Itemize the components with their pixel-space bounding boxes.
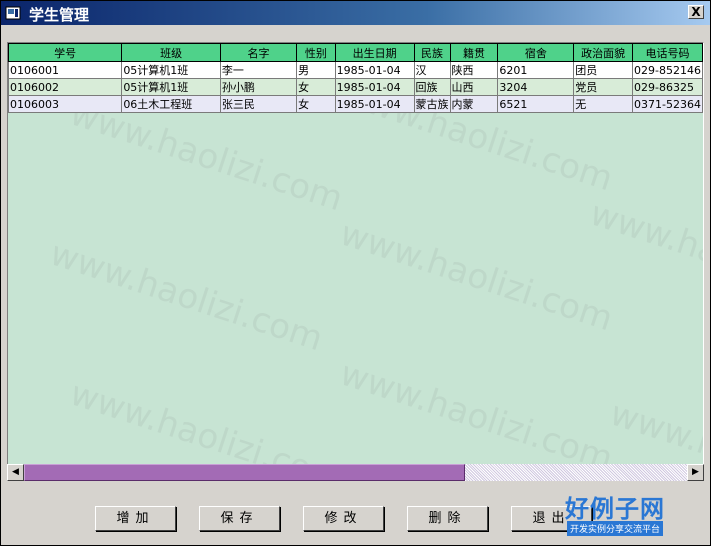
table-cell[interactable]: 山西	[449, 78, 499, 96]
table-cell[interactable]: 女	[296, 95, 336, 113]
table-cell[interactable]: 0106002	[8, 78, 123, 96]
column-header[interactable]: 政治面貌	[573, 43, 633, 62]
table-cell[interactable]: 团员	[573, 61, 633, 79]
table-cell[interactable]: 05计算机1班	[121, 61, 221, 79]
table-cell[interactable]: 6521	[497, 95, 575, 113]
table-cell[interactable]: 3204	[497, 78, 575, 96]
app-icon	[5, 6, 21, 20]
edit-button[interactable]: 修改	[303, 506, 384, 531]
watermark-text: www.haolizi.com	[335, 214, 617, 340]
scroll-left-icon[interactable]: ◀	[7, 464, 24, 481]
logo-text: 好例子网	[565, 495, 665, 523]
table-cell[interactable]: 男	[296, 61, 336, 79]
site-logo: 好例子网 开发实例分享交流平台	[565, 489, 685, 539]
table-cell[interactable]: 1985-01-04	[334, 95, 415, 113]
column-header[interactable]: 出生日期	[334, 43, 415, 62]
table-cell[interactable]: 6201	[497, 61, 575, 79]
table-cell[interactable]: 0371-52364	[631, 95, 703, 113]
watermark-text: www.haolizi.com	[45, 234, 327, 360]
column-header[interactable]: 班级	[121, 43, 221, 62]
logo-tagline: 开发实例分享交流平台	[567, 521, 664, 536]
column-header[interactable]: 籍贯	[449, 43, 499, 62]
table-cell[interactable]: 029-852146	[631, 61, 703, 79]
table-cell[interactable]: 1985-01-04	[334, 61, 415, 79]
table-cell[interactable]: 李一	[219, 61, 298, 79]
student-data-grid[interactable]: www.haolizi.com www.haolizi.com www.haol…	[7, 42, 704, 481]
table-header-row: 学号 班级 名字 性别 出生日期 民族 籍贯 宿舍 政治面貌 电话号码	[8, 43, 703, 62]
table-cell[interactable]: 女	[296, 78, 336, 96]
student-management-window: 学生管理 X www.haolizi.com www.haolizi.com w…	[0, 0, 711, 546]
save-button[interactable]: 保存	[199, 506, 280, 531]
column-header[interactable]: 宿舍	[497, 43, 575, 62]
column-header[interactable]: 性别	[296, 43, 336, 62]
table-cell[interactable]: 汉	[413, 61, 451, 79]
table-cell[interactable]: 05计算机1班	[121, 78, 221, 96]
scroll-right-icon[interactable]: ▶	[687, 464, 704, 481]
column-header[interactable]: 民族	[413, 43, 451, 62]
watermark-text: www.haolizi.com	[335, 354, 617, 480]
table-row[interactable]: 0106001 05计算机1班 李一 男 1985-01-04 汉 陕西 620…	[8, 61, 703, 79]
column-header[interactable]: 电话号码	[631, 43, 703, 62]
table-cell[interactable]: 张三民	[219, 95, 298, 113]
horizontal-scrollbar[interactable]: ◀ ▶	[7, 464, 704, 481]
table-cell[interactable]: 蒙古族	[413, 95, 451, 113]
table-cell[interactable]: 孙小鹏	[219, 78, 298, 96]
data-table: 学号 班级 名字 性别 出生日期 民族 籍贯 宿舍 政治面貌 电话号码 0106…	[8, 43, 703, 113]
table-cell[interactable]: 06土木工程班	[121, 95, 221, 113]
table-cell[interactable]: 陕西	[449, 61, 499, 79]
column-header[interactable]: 名字	[219, 43, 298, 62]
column-header[interactable]: 学号	[8, 43, 123, 62]
delete-button[interactable]: 删除	[407, 506, 488, 531]
table-cell[interactable]: 0106001	[8, 61, 123, 79]
window-title: 学生管理	[29, 6, 90, 24]
add-button[interactable]: 增加	[95, 506, 176, 531]
table-cell[interactable]: 党员	[573, 78, 633, 96]
scroll-thumb[interactable]	[24, 464, 465, 481]
table-row[interactable]: 0106003 06土木工程班 张三民 女 1985-01-04 蒙古族 内蒙 …	[8, 95, 703, 113]
table-cell[interactable]: 029-86325	[631, 78, 703, 96]
table-cell[interactable]: 无	[573, 95, 633, 113]
table-cell[interactable]: 1985-01-04	[334, 78, 415, 96]
title-bar[interactable]: 学生管理 X	[1, 1, 710, 25]
table-row[interactable]: 0106002 05计算机1班 孙小鹏 女 1985-01-04 回族 山西 3…	[8, 78, 703, 96]
table-cell[interactable]: 内蒙	[449, 95, 499, 113]
table-cell[interactable]: 0106003	[8, 95, 123, 113]
close-button[interactable]: X	[688, 5, 704, 19]
watermark-text: www.haolizi.com	[585, 194, 704, 320]
table-cell[interactable]: 回族	[413, 78, 451, 96]
